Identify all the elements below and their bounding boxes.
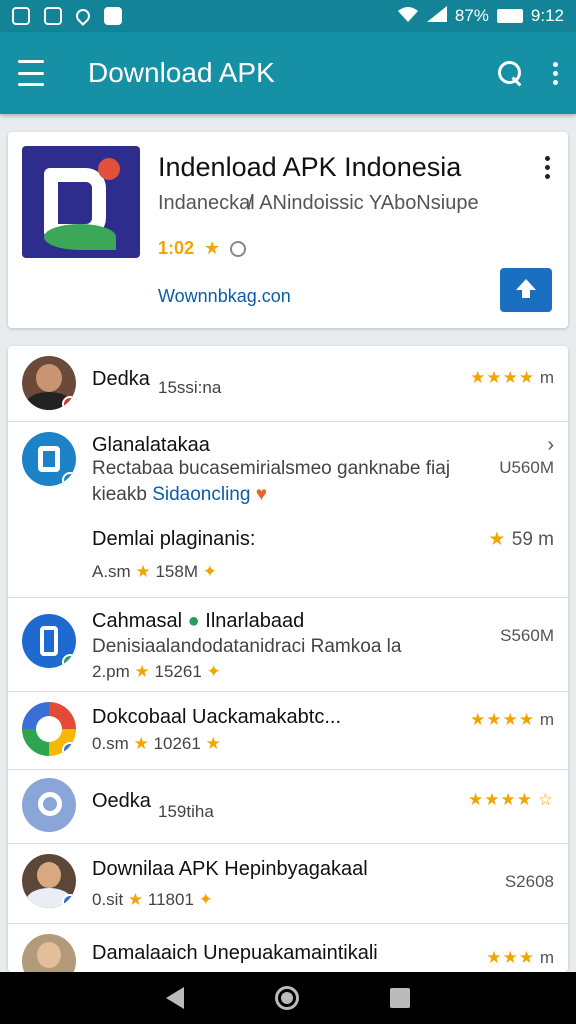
battery-percent: 87% [454, 6, 489, 25]
item-right: ★ 59 m [488, 528, 554, 551]
list-item[interactable]: Oedka 159tiha ★★★★ ☆ [8, 770, 568, 844]
star-icon: ★ [204, 238, 221, 258]
item-description: Rectabaa bucasemirialsmeo ganknabe fiaj [92, 458, 451, 479]
star-icon: ★ [133, 734, 149, 753]
avatar [22, 702, 76, 756]
list-item-expanded[interactable]: Glanalatakaa Rectabaa bucasemirialsmeo g… [8, 422, 568, 598]
avatar [22, 356, 76, 410]
item-meta: 0.sit ★ 11801 ✦ [92, 890, 213, 909]
item-right: ★★★★ m [470, 710, 554, 730]
item-size: S2608 [504, 872, 554, 891]
avatar [22, 854, 76, 908]
wifi-icon [397, 6, 419, 27]
app-logo [22, 146, 140, 258]
globe-icon [230, 240, 247, 257]
item-meta: 15ssi:na [158, 378, 222, 397]
rating-stars: ★★★ [486, 948, 536, 967]
item-title: Oedka [92, 790, 151, 812]
rating-stars: ★★★★ [470, 710, 536, 729]
item-meta: 0.sm ★ 10261 ★ [92, 734, 221, 753]
download-button[interactable] [500, 268, 552, 312]
star-icon: ★ [205, 734, 221, 753]
rating-stars: ★ [488, 529, 507, 550]
system-nav-bar [0, 972, 576, 1024]
item-title: Glanalatakaa [92, 434, 210, 456]
list-item[interactable]: Downilaa APK Hepinbyagakaal 0.sit ★ 1180… [8, 844, 568, 924]
heart-icon: ♥ [255, 484, 268, 505]
drop-icon [73, 6, 93, 26]
search-icon[interactable] [497, 60, 523, 86]
app-list: Dedka 15ssi:na ★★★★ m Glanalatakaa Recta… [8, 346, 568, 972]
badge-icon: ✦ [206, 662, 221, 681]
item-size: m [539, 948, 554, 967]
menu-icon[interactable] [18, 60, 52, 86]
rating-stars: ★★★★ [470, 368, 536, 387]
list-item[interactable]: Dokcobaal Uackamakabtc... 0.sm ★ 10261 ★… [8, 692, 568, 770]
sub-item-title: Demlai plaginanis: [92, 528, 256, 550]
sub-item-meta: A.sm ★ 158M ✦ [92, 562, 217, 581]
item-description: Denisiaalandodatanidraci Ramkoa la [92, 636, 402, 657]
item-title: Dokcobaal Uackamakabtc... [92, 706, 342, 728]
recents-icon[interactable] [390, 988, 411, 1008]
item-size: 59 m [511, 529, 554, 550]
app-title: Download APK [88, 57, 275, 88]
item-size: U560M [499, 458, 554, 477]
list-item[interactable]: Cahmasal ● Ilnarlabaad Denisiaalandodata… [8, 598, 568, 692]
item-meta: 159tiha [158, 802, 214, 821]
rating-stars: ★★★★ [468, 790, 534, 809]
featured-subtitle: Indanecka̸l ANindoissic YAboNsiupe [158, 192, 479, 214]
chevron-right-icon[interactable]: › [547, 434, 554, 457]
list-item[interactable]: Damalaaich Unepuakamaintikali ★★★ m [8, 924, 568, 972]
avatar [22, 614, 76, 668]
card-more-icon[interactable] [545, 156, 550, 179]
featured-title: Indenload APK Indonesia [158, 152, 462, 182]
item-meta: 2.pm ★ 15261 ✦ [92, 662, 221, 681]
clock: 9:12 [530, 6, 564, 25]
list-item[interactable]: Dedka 15ssi:na ★★★★ m [8, 346, 568, 422]
item-size: m [539, 368, 554, 387]
item-title: Damalaaich Unepuakamaintikali [92, 942, 378, 964]
item-size: S560M [500, 626, 554, 645]
home-icon[interactable] [274, 986, 299, 1010]
star-icon: ★ [134, 662, 150, 681]
rating-value: 1:02 [158, 238, 195, 258]
more-options-icon[interactable] [553, 61, 558, 85]
star-icon: ★ [127, 890, 144, 909]
signal-icon [426, 5, 447, 27]
item-title: Downilaa APK Hepinbyagakaal [92, 858, 368, 880]
notification-icon [12, 7, 30, 25]
featured-app-card[interactable]: Indenload APK Indonesia Indanecka̸l ANin… [8, 132, 568, 328]
status-bar: 87% 9:12 [0, 0, 576, 32]
avatar [22, 778, 76, 832]
star-icon: ★ [135, 562, 151, 581]
badge-icon: ✦ [202, 562, 217, 581]
badge-icon: ✦ [198, 890, 213, 909]
star-outline-icon: ☆ [537, 790, 554, 809]
download-icon [516, 279, 536, 298]
photo-icon [44, 7, 62, 25]
item-right: ★★★ m [486, 948, 554, 968]
item-description-2: kieakb Sidaoncling ♥ [92, 484, 268, 505]
app-bar: Download APK [0, 32, 576, 114]
battery-icon [496, 9, 523, 23]
item-title: Dedka [92, 368, 150, 390]
inline-link[interactable]: Sidaoncling [152, 484, 250, 505]
item-right: ★★★★ ☆ [468, 790, 554, 810]
featured-link[interactable]: Wownnbkag.con [158, 286, 291, 307]
avatar [22, 934, 76, 972]
back-icon[interactable] [165, 987, 184, 1009]
verified-icon: ● [187, 610, 200, 632]
media-icon [104, 7, 122, 25]
avatar [22, 432, 76, 486]
featured-rating: 1:02 ★ [158, 238, 247, 259]
item-size: m [539, 710, 554, 729]
item-right: ★★★★ m [470, 368, 554, 388]
item-title: Cahmasal ● Ilnarlabaad [92, 610, 305, 632]
